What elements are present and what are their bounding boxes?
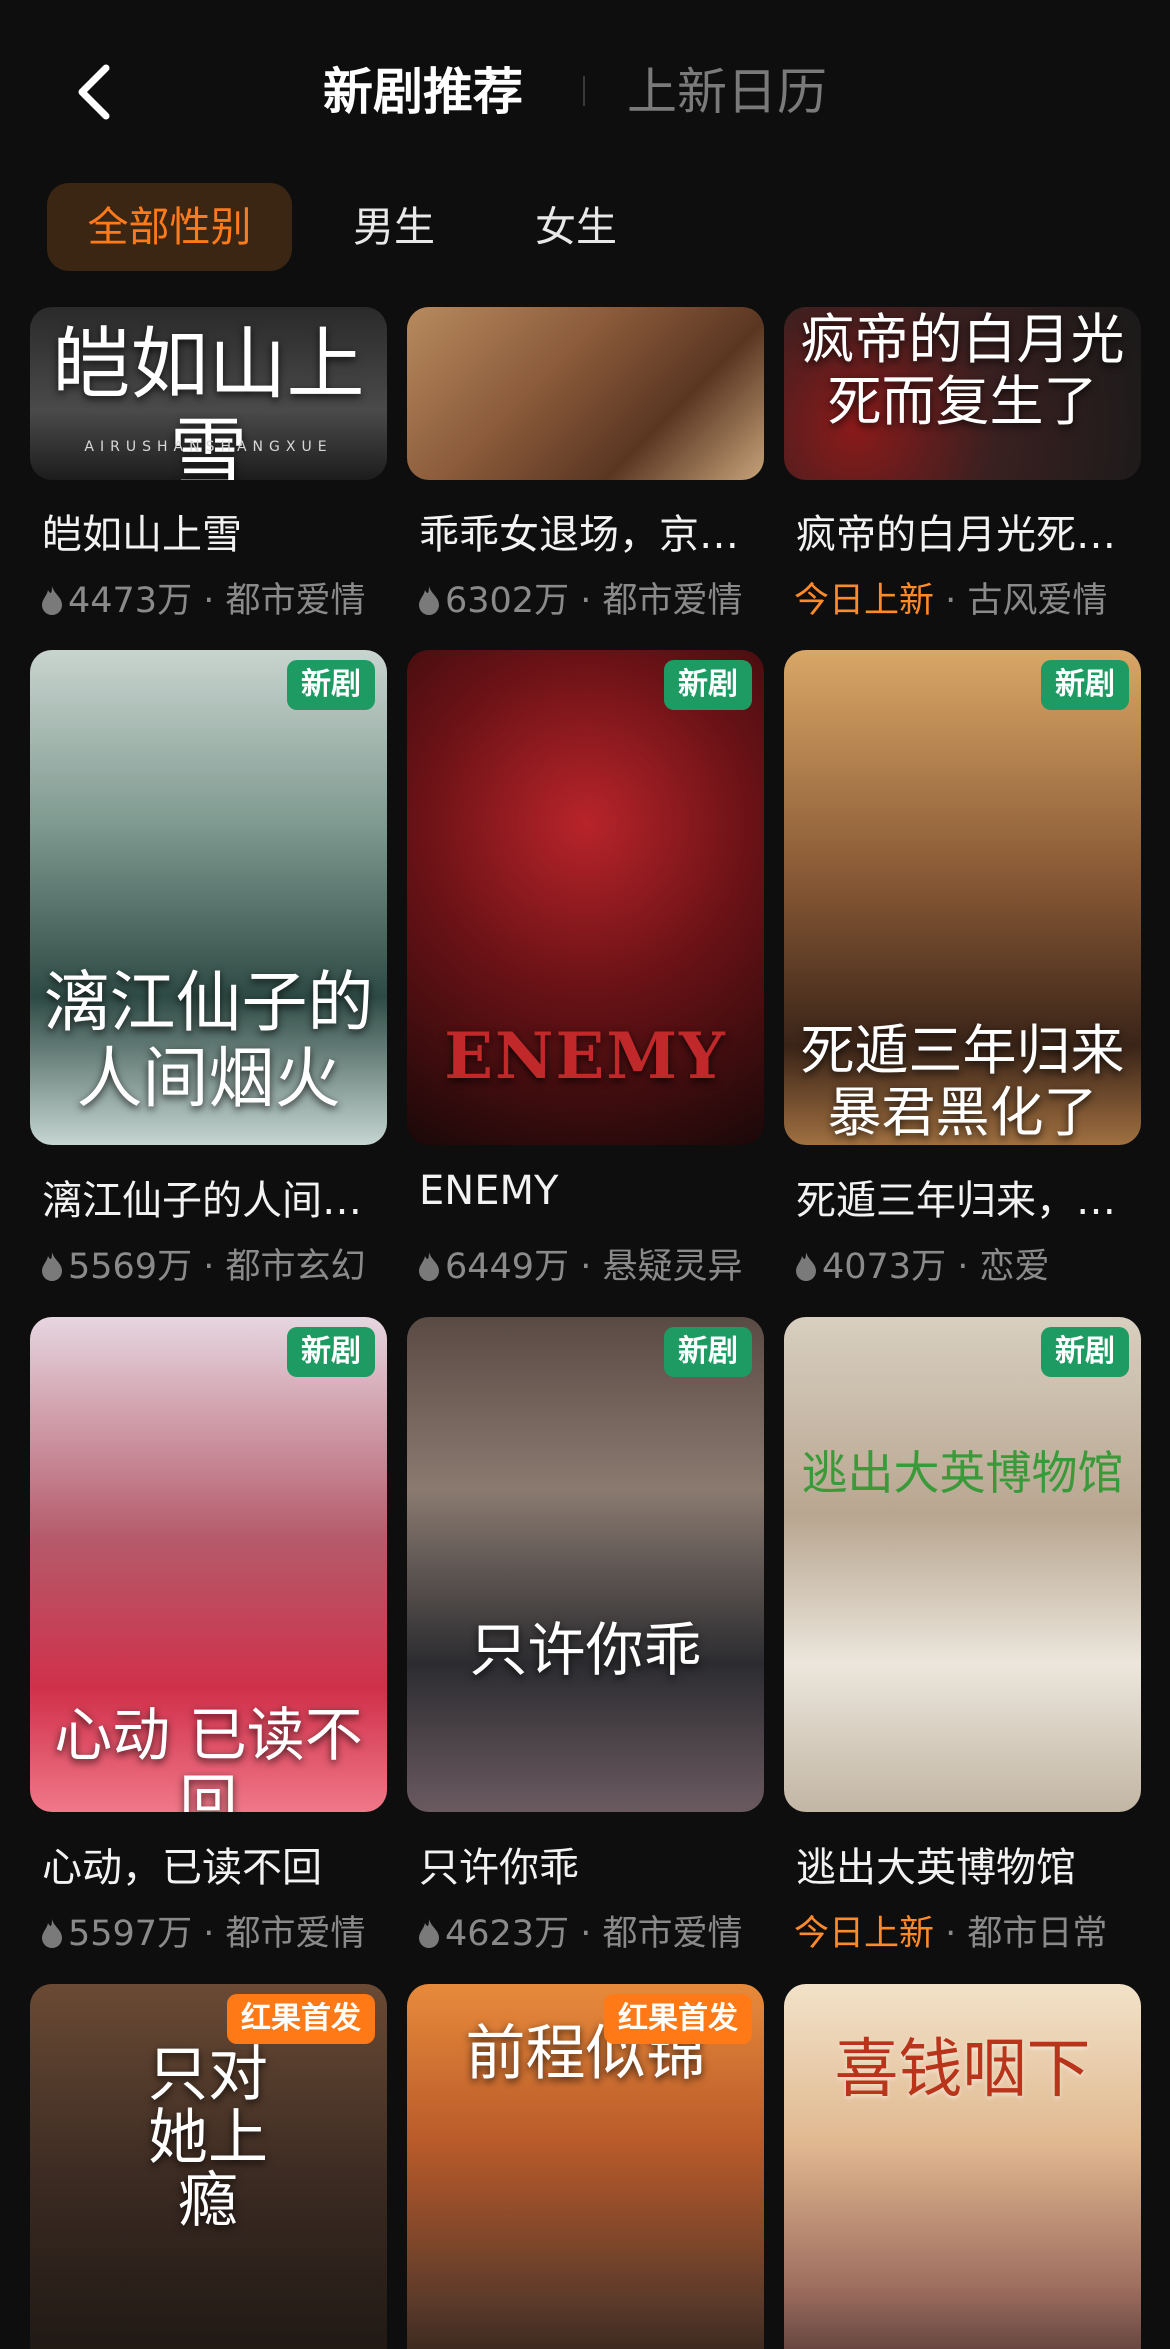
filter-all-genders[interactable]: 全部性别 [47,183,292,271]
badge-new: 新剧 [287,1327,375,1377]
drama-genre: 都市爱情 [225,1914,366,1954]
meta-separator: · [192,581,226,621]
drama-poster: ENEMY 新剧 [407,650,764,1145]
today-new-label: 今日上新 [794,1914,935,1954]
drama-genre: 古风爱情 [967,581,1108,621]
drama-meta: 今日上新 · 都市日常 [794,1905,1144,1956]
drama-genre: 恋爱 [979,1247,1050,1287]
drama-genre: 都市爱情 [225,581,366,621]
drama-title: 疯帝的白月光死… [796,512,1116,558]
drama-poster: 死遁三年归来 暴君黑化了 新剧 [784,650,1141,1145]
drama-title: 乖乖女退场，京… [419,512,739,558]
drama-poster: 喜钱咽下 [784,1984,1141,2349]
tab-release-calendar[interactable]: 上新日历 [627,58,827,126]
drama-meta: 今日上新 · 古风爱情 [794,572,1144,623]
drama-poster: 只许你乖 新剧 [407,1317,764,1812]
flame-icon [417,1917,441,1957]
heat-count: 5597万 [68,1914,193,1954]
poster-title-text: ENEMY [444,1019,727,1094]
drama-meta: 6449万 · 悬疑灵异 [417,1238,767,1290]
poster-title-text: 喜钱咽下 [834,2033,1091,2107]
today-new-label: 今日上新 [794,581,935,621]
meta-separator: · [569,1247,603,1287]
drama-poster: 皑如山上雪 AIRUSHANSHANGXUE [30,307,387,480]
drama-title: 逃出大英博物馆 [796,1845,1076,1891]
drama-meta: 5597万 · 都市爱情 [40,1905,390,1957]
drama-title: 心动，已读不回 [42,1845,322,1891]
heat-count: 6449万 [445,1247,570,1287]
drama-meta: 6302万 · 都市爱情 [417,572,767,624]
filter-female[interactable]: 女生 [535,183,617,271]
drama-title: 漓江仙子的人间… [42,1178,362,1224]
poster-subtitle-text: AIRUSHANSHANGXUE [84,439,333,455]
drama-poster: 前程似锦 红果首发 [407,1984,764,2349]
flame-icon [417,1250,441,1290]
heat-count: 5569万 [68,1247,193,1287]
drama-poster [407,307,764,480]
poster-title-text: 只对她上瘾 [148,2040,268,2236]
poster-title-text: 皑如山上雪 [52,320,365,480]
poster-title-text: 逃出大英博物馆 [801,1446,1124,1500]
filter-male[interactable]: 男生 [353,183,435,271]
poster-title-text: 漓江仙子的 人间烟火 [43,964,374,1117]
flame-icon [40,1250,64,1290]
drama-poster: 心动 已读不回 新剧 [30,1317,387,1812]
flame-icon [40,1917,64,1957]
badge-new: 新剧 [1041,660,1129,710]
drama-poster: 疯帝的白月光 死而复生了 [784,307,1141,480]
badge-new: 新剧 [287,660,375,710]
poster-title-text: 心动 已读不回 [54,1701,363,1812]
flame-icon [417,584,441,624]
drama-poster: 只对她上瘾 红果首发 [30,1984,387,2349]
drama-meta: 4073万 · 恋爱 [794,1238,1144,1290]
meta-separator: · [192,1247,226,1287]
meta-separator: · [569,1914,603,1954]
drama-genre: 悬疑灵异 [602,1247,743,1287]
heat-count: 6302万 [445,581,570,621]
drama-title: 皑如山上雪 [42,512,242,558]
poster-title-text: 死遁三年归来 暴君黑化了 [800,1019,1125,1145]
meta-separator: · [569,581,603,621]
heat-count: 4073万 [822,1247,947,1287]
meta-separator: · [934,1914,968,1954]
flame-icon [794,1250,818,1290]
meta-separator: · [934,581,968,621]
badge-first-release: 红果首发 [604,1994,752,2044]
poster-title-text: 疯帝的白月光 死而复生了 [800,308,1125,434]
drama-genre: 都市爱情 [602,581,743,621]
heat-count: 4623万 [445,1914,570,1954]
flame-icon [40,584,64,624]
badge-new: 新剧 [664,1327,752,1377]
chevron-left-icon[interactable] [66,58,122,126]
drama-title: ENEMY [419,1168,559,1214]
poster-title-text: 只许你乖 [469,1616,702,1684]
drama-title: 只许你乖 [419,1845,579,1891]
top-nav: 新剧推荐 上新日历 [0,0,1170,180]
drama-grid: 皑如山上雪 AIRUSHANSHANGXUE 皑如山上雪 4473万 · 都市爱… [0,307,1170,2349]
heat-count: 4473万 [68,581,193,621]
tab-new-drama[interactable]: 新剧推荐 [323,58,523,126]
badge-first-release: 红果首发 [227,1994,375,2044]
drama-genre: 都市爱情 [602,1914,743,1954]
drama-genre: 都市玄幻 [225,1247,366,1287]
badge-new: 新剧 [664,660,752,710]
drama-poster: 漓江仙子的 人间烟火 新剧 [30,650,387,1145]
tab-divider [583,76,585,106]
meta-separator: · [946,1247,980,1287]
drama-meta: 4623万 · 都市爱情 [417,1905,767,1957]
drama-title: 死遁三年归来，… [796,1178,1116,1224]
badge-new: 新剧 [1041,1327,1129,1377]
drama-genre: 都市日常 [967,1914,1108,1954]
meta-separator: · [192,1914,226,1954]
drama-poster: 逃出大英博物馆 新剧 [784,1317,1141,1812]
drama-meta: 5569万 · 都市玄幻 [40,1238,390,1290]
drama-meta: 4473万 · 都市爱情 [40,572,390,624]
